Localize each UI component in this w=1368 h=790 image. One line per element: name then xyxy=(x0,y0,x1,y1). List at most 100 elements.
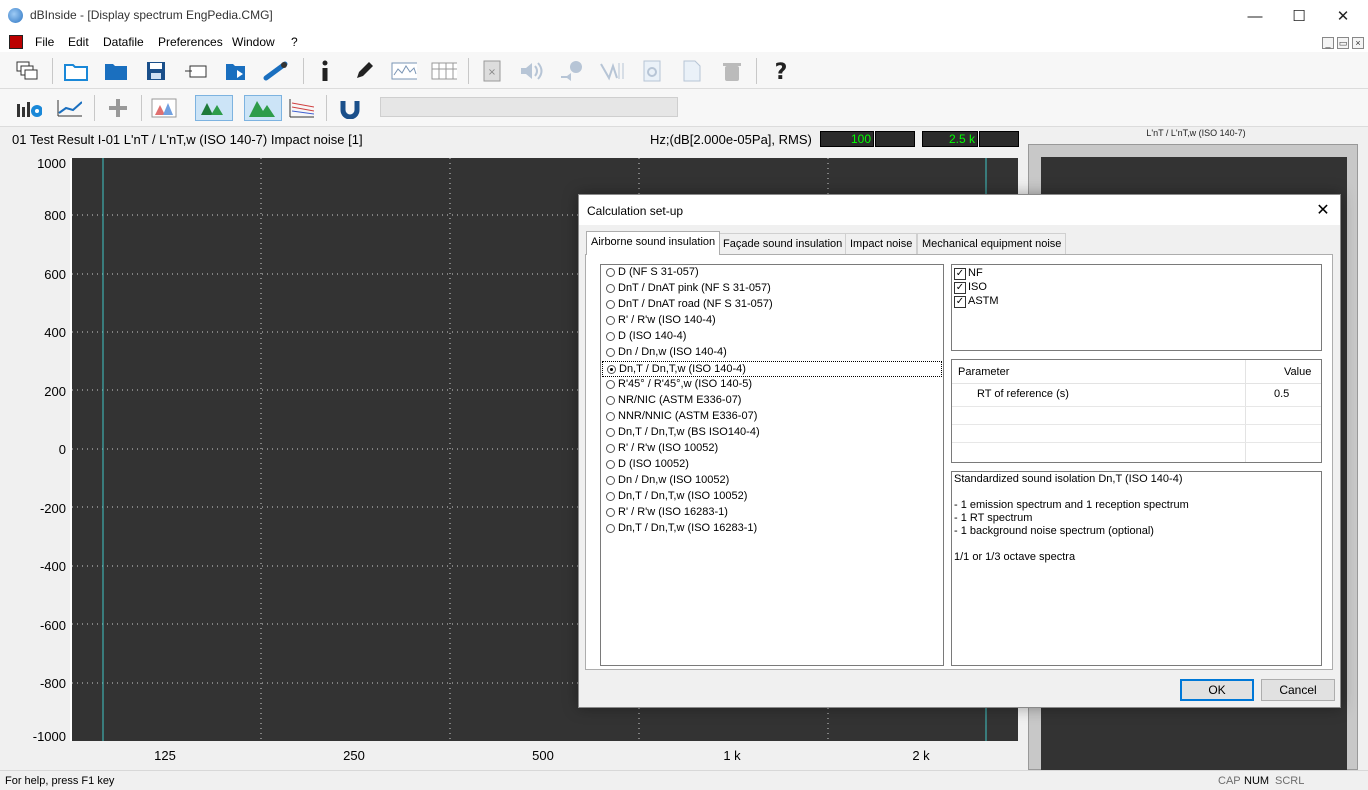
tab-impact-noise[interactable]: Impact noise xyxy=(845,233,918,254)
method-option[interactable]: DnT / DnAT pink (NF S 31-057) xyxy=(602,281,942,297)
svg-text:×: × xyxy=(488,67,496,78)
method-option[interactable]: Dn / Dn,w (ISO 140-4) xyxy=(602,345,942,361)
window-title: dBInside - [Display spectrum EngPedia.CM… xyxy=(30,8,273,22)
decay-icon[interactable] xyxy=(599,58,625,84)
menu-file[interactable]: File xyxy=(35,35,54,49)
param-value-rt[interactable]: 0.5 xyxy=(1274,388,1289,400)
method-option[interactable]: D (ISO 140-4) xyxy=(602,329,942,345)
trash-icon[interactable] xyxy=(719,58,745,84)
radio-icon xyxy=(606,460,615,469)
sensor-icon[interactable] xyxy=(263,58,289,84)
method-option[interactable]: Dn / Dn,w (ISO 10052) xyxy=(602,473,942,489)
view-toolbar xyxy=(0,89,1368,127)
radio-icon xyxy=(606,396,615,405)
new-folder-icon[interactable] xyxy=(63,58,89,84)
checkbox-checked-icon: ✓ xyxy=(954,296,966,308)
x-tick: 125 xyxy=(154,748,176,763)
x-tick: 250 xyxy=(343,748,365,763)
spectrum-view-icon[interactable] xyxy=(391,58,417,84)
freq-high-box[interactable]: 2.5 k xyxy=(922,131,978,147)
multi-spectrum-icon[interactable] xyxy=(288,95,314,121)
speaker-icon[interactable] xyxy=(519,58,545,84)
freq-low-box[interactable]: 100 xyxy=(820,131,874,147)
open-folder-icon[interactable] xyxy=(103,58,129,84)
bar-chart-settings-icon[interactable] xyxy=(16,95,42,121)
spectrum-peak-icon[interactable] xyxy=(244,95,282,121)
dialog-close-icon[interactable]: ✕ xyxy=(1310,197,1336,223)
description-line: - 1 background noise spectrum (optional) xyxy=(954,525,1154,537)
cancel-button[interactable]: Cancel xyxy=(1261,679,1335,701)
y-tick: -200 xyxy=(39,501,66,516)
windows-icon[interactable] xyxy=(14,58,40,84)
method-option[interactable]: R' / R'w (ISO 10052) xyxy=(602,441,942,457)
x-tick: 500 xyxy=(532,748,554,763)
radio-icon xyxy=(606,300,615,309)
method-option[interactable]: D (NF S 31-057) xyxy=(602,265,942,281)
mdi-close-button[interactable]: × xyxy=(1352,37,1364,49)
ok-button[interactable]: OK xyxy=(1180,679,1254,701)
settings-page-icon[interactable] xyxy=(639,58,665,84)
method-option[interactable]: R' / R'w (ISO 16283-1) xyxy=(602,505,942,521)
level-compare-icon[interactable] xyxy=(195,95,233,121)
magnet-icon[interactable] xyxy=(337,95,363,121)
tab-facade-sound-insulation[interactable]: Façade sound insulation xyxy=(718,233,848,254)
report-page-icon[interactable] xyxy=(679,58,705,84)
y-tick: -400 xyxy=(39,559,66,574)
radio-icon xyxy=(606,348,615,357)
method-option[interactable]: Dn,T / Dn,T,w (ISO 10052) xyxy=(602,489,942,505)
document-icon[interactable] xyxy=(9,35,23,49)
radio-icon xyxy=(606,284,615,293)
graph-header: 01 Test Result I-01 L'nT / L'nT,w (ISO 1… xyxy=(0,128,1022,150)
method-option-selected[interactable]: Dn,T / Dn,T,w (ISO 140-4) xyxy=(602,361,942,377)
method-option[interactable]: R' / R'w (ISO 140-4) xyxy=(602,313,942,329)
table-view-icon[interactable] xyxy=(431,58,457,84)
freq-high-spacer xyxy=(979,131,1019,147)
method-option[interactable]: R'45° / R'45°,w (ISO 140-5) xyxy=(602,377,942,393)
tab-mechanical-equipment-noise[interactable]: Mechanical equipment noise xyxy=(917,233,1067,254)
curve-chart-icon[interactable] xyxy=(56,95,82,121)
calculator-icon[interactable]: × xyxy=(479,58,505,84)
help-icon[interactable]: ? xyxy=(768,58,794,84)
info-icon[interactable] xyxy=(312,58,338,84)
tab-airborne-sound-insulation[interactable]: Airborne sound insulation xyxy=(586,231,721,255)
header-value: Value xyxy=(1284,366,1312,378)
y-tick: -1000 xyxy=(32,729,66,744)
method-option[interactable]: Dn,T / Dn,T,w (ISO 16283-1) xyxy=(602,521,942,537)
method-option[interactable]: NNR/NNIC (ASTM E336-07) xyxy=(602,409,942,425)
status-cap: CAP xyxy=(1218,775,1241,787)
save-icon[interactable] xyxy=(143,58,169,84)
import-icon[interactable] xyxy=(223,58,249,84)
method-option[interactable]: Dn,T / Dn,T,w (BS ISO140-4) xyxy=(602,425,942,441)
y-tick: 400 xyxy=(44,325,66,340)
edit-pencil-icon[interactable] xyxy=(351,58,377,84)
radio-icon xyxy=(606,508,615,517)
method-option[interactable]: DnT / DnAT road (NF S 31-057) xyxy=(602,297,942,313)
toolbar-status-field xyxy=(380,97,678,117)
maximize-button[interactable]: ☐ xyxy=(1276,0,1322,32)
menu-preferences[interactable]: Preferences xyxy=(158,35,223,49)
export-icon[interactable] xyxy=(183,58,209,84)
menu-window[interactable]: Window xyxy=(232,35,275,49)
status-help-text: For help, press F1 key xyxy=(5,775,115,787)
method-option[interactable]: NR/NIC (ASTM E336-07) xyxy=(602,393,942,409)
description-line: 1/1 or 1/3 octave spectra xyxy=(954,551,1076,563)
checkbox-checked-icon: ✓ xyxy=(954,268,966,280)
menu-datafile[interactable]: Datafile xyxy=(103,35,144,49)
microphone-icon[interactable] xyxy=(559,58,585,84)
parameter-table-header: Parameter Value xyxy=(952,360,1321,384)
menu-help[interactable]: ? xyxy=(291,35,298,49)
close-button[interactable]: ✕ xyxy=(1320,0,1366,32)
menu-edit[interactable]: Edit xyxy=(68,35,89,49)
compare-spectra-icon[interactable] xyxy=(151,95,177,121)
mdi-minimize-button[interactable]: _ xyxy=(1322,37,1334,49)
method-option[interactable]: D (ISO 10052) xyxy=(602,457,942,473)
x-tick: 2 k xyxy=(912,748,930,763)
app-icon[interactable] xyxy=(8,8,23,23)
mdi-restore-button[interactable]: ▭ xyxy=(1337,37,1349,49)
calculation-method-list[interactable]: D (NF S 31-057) DnT / DnAT pink (NF S 31… xyxy=(600,264,944,666)
add-icon[interactable] xyxy=(105,95,131,121)
main-toolbar: × ? xyxy=(0,52,1368,89)
minimize-button[interactable]: — xyxy=(1232,0,1278,32)
dialog-titlebar: Calculation set-up ✕ xyxy=(579,195,1340,225)
calculation-setup-dialog: Calculation set-up ✕ Airborne sound insu… xyxy=(578,194,1341,708)
